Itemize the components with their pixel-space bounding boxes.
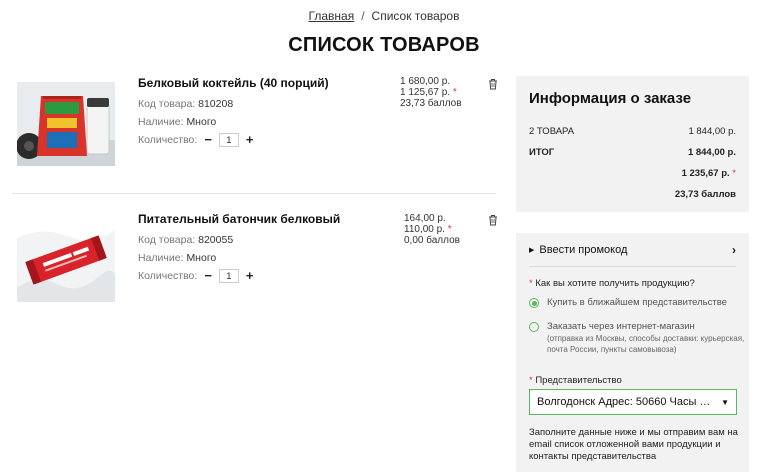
- availability-value: Много: [186, 116, 217, 128]
- items-count-row: 2 ТОВАРА 1 844,00 р.: [529, 126, 736, 137]
- cart-item: Питательный батончик белковый Код товара…: [12, 212, 498, 322]
- trash-icon[interactable]: [488, 77, 498, 90]
- points-value: 0,00 баллов: [404, 235, 460, 246]
- items-count-value: 1 844,00 р.: [688, 126, 736, 137]
- quantity-input[interactable]: 1: [218, 269, 239, 283]
- caret-right-icon: ▶: [529, 246, 535, 254]
- decrease-quantity-button[interactable]: −: [197, 269, 219, 282]
- delivery-option-label: Купить в ближайшем представительстве: [547, 297, 727, 308]
- member-price: 1 125,67 р.: [400, 87, 451, 98]
- product-code: Код товара: 810208: [138, 98, 233, 110]
- promo-code-label: Ввести промокод: [539, 243, 628, 256]
- product-code-label: Код товара:: [138, 234, 196, 246]
- order-summary-title: Информация о заказе: [529, 90, 692, 107]
- total-value: 1 844,00 р.: [687, 147, 736, 158]
- breadcrumb-current: Список товаров: [371, 9, 460, 23]
- increase-quantity-button[interactable]: +: [239, 133, 261, 146]
- product-code-value: 820055: [198, 234, 234, 246]
- items-count-label: 2 ТОВАРА: [529, 126, 575, 137]
- office-label: * Представительство: [529, 375, 622, 386]
- checkout-panel: ▶ Ввести промокод › * Как вы хотите полу…: [516, 233, 749, 472]
- trash-icon[interactable]: [488, 213, 498, 226]
- product-image-protein-shake[interactable]: [17, 82, 115, 166]
- promo-code-toggle[interactable]: ▶ Ввести промокод ›: [529, 233, 736, 267]
- availability-value: Много: [186, 252, 217, 264]
- decrease-quantity-button[interactable]: −: [197, 133, 219, 146]
- delivery-question-text: Как вы хотите получить продукцию?: [535, 278, 695, 289]
- radio-unselected-icon[interactable]: [529, 322, 539, 332]
- total-label: ИТОГ: [529, 147, 555, 158]
- regular-price: 1 680,00 р.: [400, 76, 451, 87]
- availability-label: Наличие:: [138, 116, 184, 128]
- member-price-line: 110,00 р. *: [404, 224, 460, 235]
- caret-down-icon: ▼: [721, 397, 729, 407]
- product-availability: Наличие: Много: [138, 116, 216, 128]
- product-name[interactable]: Белковый коктейль (40 порций): [138, 76, 329, 90]
- product-code-value: 810208: [198, 98, 234, 110]
- total-row: ИТОГ 1 844,00 р.: [529, 147, 736, 158]
- office-label-text: Представительство: [535, 375, 622, 386]
- chevron-right-icon: ›: [732, 242, 736, 257]
- availability-label: Наличие:: [138, 252, 184, 264]
- breadcrumb: Главная / Список товаров: [0, 9, 768, 23]
- required-asterisk: *: [732, 168, 736, 179]
- product-code-label: Код товара:: [138, 98, 196, 110]
- required-asterisk: *: [529, 375, 533, 386]
- regular-price: 164,00 р.: [404, 213, 446, 224]
- member-price-line: 1 125,67 р. *: [400, 87, 462, 98]
- member-total-line: 1 235,67 р. *: [682, 168, 736, 179]
- member-price: 110,00 р.: [404, 224, 445, 235]
- quantity-input[interactable]: 1: [218, 133, 239, 147]
- cart-item: Белковый коктейль (40 порций) Код товара…: [12, 76, 498, 186]
- product-image-protein-bar[interactable]: [17, 218, 115, 302]
- delivery-option-office[interactable]: Купить в ближайшем представительстве: [529, 297, 727, 309]
- member-total: 1 235,67 р.: [681, 168, 730, 179]
- required-asterisk: *: [452, 87, 457, 98]
- price-block: 164,00 р. 110,00 р. * 0,00 баллов: [404, 213, 460, 246]
- points-total: 23,73 баллов: [674, 189, 736, 200]
- quantity-stepper: Количество: − 1 +: [138, 133, 261, 147]
- email-note: Заполните данные ниже и мы отправим вам …: [529, 427, 738, 462]
- product-code: Код товара: 820055: [138, 234, 233, 246]
- delivery-option-note: (отправка из Москвы, способы доставки: к…: [547, 334, 745, 354]
- quantity-label: Количество:: [138, 270, 198, 282]
- required-asterisk: *: [529, 278, 533, 289]
- delivery-option-label: Заказать через интернет-магазин: [547, 321, 695, 332]
- page-title: СПИСОК ТОВАРОВ: [288, 34, 480, 56]
- quantity-stepper: Количество: − 1 +: [138, 269, 261, 283]
- price-block: 1 680,00 р. 1 125,67 р. * 23,73 баллов: [400, 76, 462, 109]
- breadcrumb-separator: /: [361, 9, 365, 23]
- item-divider: [12, 193, 496, 194]
- delivery-question: * Как вы хотите получить продукцию?: [529, 278, 695, 289]
- delivery-option-online[interactable]: Заказать через интернет-магазин (отправк…: [529, 321, 749, 355]
- breadcrumb-home-link[interactable]: Главная: [309, 9, 355, 23]
- office-select[interactable]: Волгодонск Адрес: 50660 Часы работы ▼: [529, 389, 737, 415]
- office-select-value: Волгодонск Адрес: 50660 Часы работы: [537, 396, 715, 408]
- quantity-label: Количество:: [138, 134, 198, 146]
- order-summary: Информация о заказе 2 ТОВАРА 1 844,00 р.…: [516, 76, 749, 212]
- radio-selected-icon[interactable]: [529, 298, 539, 308]
- product-availability: Наличие: Много: [138, 252, 216, 264]
- product-name[interactable]: Питательный батончик белковый: [138, 212, 340, 226]
- required-asterisk: *: [447, 224, 452, 235]
- points-value: 23,73 баллов: [400, 98, 462, 109]
- increase-quantity-button[interactable]: +: [239, 269, 261, 282]
